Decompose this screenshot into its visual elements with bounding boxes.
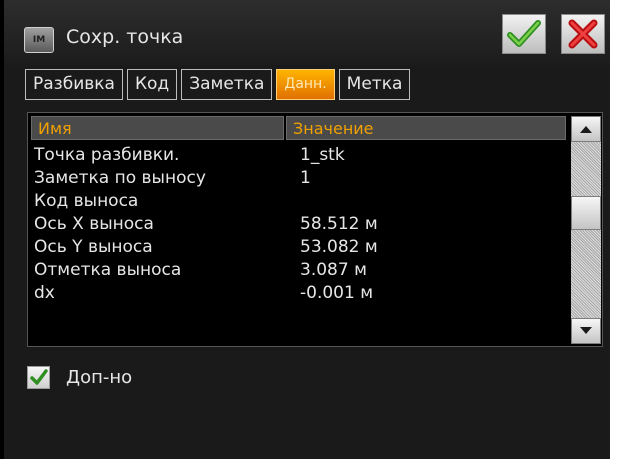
table-row[interactable]: dx -0.001 м xyxy=(34,282,564,305)
arrow-down-icon xyxy=(580,327,592,334)
row-name: Ось X выноса xyxy=(34,214,154,234)
row-name: Точка разбивки. xyxy=(34,145,180,165)
column-header-value[interactable]: Значение xyxy=(286,116,566,140)
row-value: 1_stk xyxy=(300,145,345,165)
scroll-thumb[interactable] xyxy=(571,196,601,230)
row-name: Отметка выноса xyxy=(34,260,182,280)
tab-note[interactable]: Заметка xyxy=(181,69,273,100)
data-table: Имя Значение Точка разбивки. 1_stk Замет… xyxy=(27,112,603,347)
table-row[interactable]: Код выноса xyxy=(34,190,564,213)
dialog-window: IM Сохр. точка Разбивка Код Заметка Данн… xyxy=(4,0,610,459)
close-icon xyxy=(568,19,598,49)
app-icon: IM xyxy=(24,27,54,53)
table-row[interactable]: Отметка выноса 3.087 м xyxy=(34,259,564,282)
tab-stakeout[interactable]: Разбивка xyxy=(25,69,123,100)
row-value: 53.082 м xyxy=(300,237,378,257)
row-name: Код выноса xyxy=(34,191,139,211)
row-name: Заметка по выносу xyxy=(34,168,206,188)
additional-checkbox[interactable] xyxy=(27,366,50,389)
row-value: 3.087 м xyxy=(300,260,367,280)
row-value: 58.512 м xyxy=(300,214,378,234)
row-name: dx xyxy=(34,283,55,303)
table-row[interactable]: Точка разбивки. 1_stk xyxy=(34,144,564,167)
table-row[interactable]: Ось X выноса 58.512 м xyxy=(34,213,564,236)
row-value: 1 xyxy=(300,168,311,188)
scroll-down-button[interactable] xyxy=(571,318,601,344)
table-row[interactable]: Ось Y выноса 53.082 м xyxy=(34,236,564,259)
ok-button[interactable] xyxy=(502,14,546,54)
tab-code[interactable]: Код xyxy=(126,69,178,100)
table-row[interactable]: Заметка по выносу 1 xyxy=(34,167,564,190)
arrow-up-icon xyxy=(580,126,592,133)
cancel-button[interactable] xyxy=(561,14,605,54)
tab-mark[interactable]: Метка xyxy=(338,69,411,100)
scroll-up-button[interactable] xyxy=(571,116,601,142)
checkmark-icon xyxy=(30,369,48,385)
column-header-name[interactable]: Имя xyxy=(31,116,284,140)
additional-checkbox-label: Доп-но xyxy=(66,367,133,388)
window-title: Сохр. точка xyxy=(66,26,184,48)
vertical-scrollbar[interactable] xyxy=(571,116,601,344)
check-icon xyxy=(507,20,541,47)
tab-strip: Разбивка Код Заметка Данн. Метка xyxy=(25,69,414,100)
row-value: -0.001 м xyxy=(300,283,374,303)
tab-data[interactable]: Данн. xyxy=(276,69,335,100)
row-name: Ось Y выноса xyxy=(34,237,153,257)
title-bar: IM Сохр. точка xyxy=(4,0,610,65)
table-body: Точка разбивки. 1_stk Заметка по выносу … xyxy=(34,144,564,305)
